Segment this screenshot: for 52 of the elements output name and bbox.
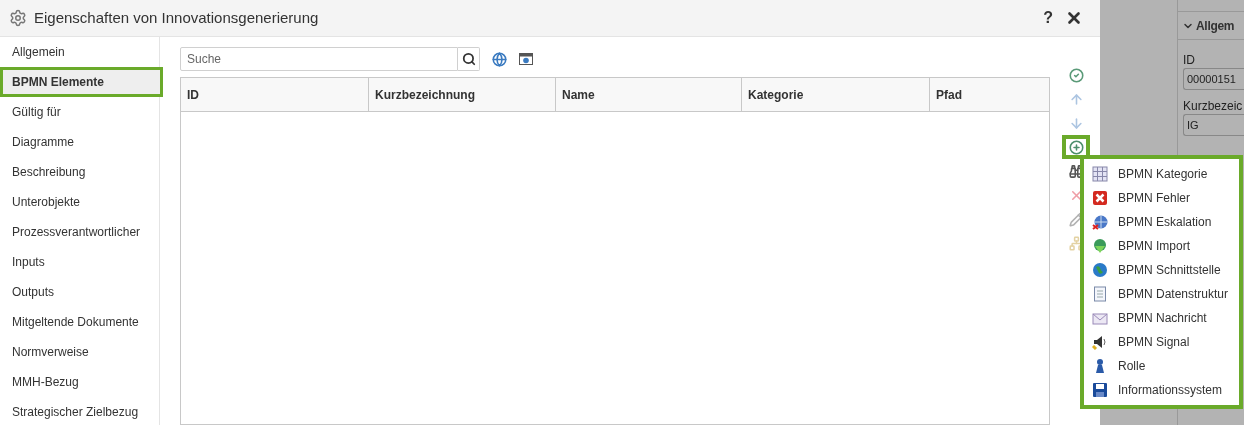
column-header[interactable]: ID [181,78,369,111]
arrow-down-icon [1092,238,1108,254]
gears-icon [9,9,27,27]
sidebar-item[interactable]: Gültig für [0,97,159,127]
sidebar-item[interactable]: Prozessverantwortlicher [0,217,159,247]
document-icon [1092,286,1108,302]
menu-item[interactable]: BPMN Eskalation [1084,210,1239,234]
globe-icon [1092,262,1108,278]
field-label: Kurzbezeic [1183,98,1244,114]
sidebar-item[interactable]: MMH-Bezug [0,367,159,397]
help-button[interactable]: ? [1043,6,1053,30]
grid-icon [1092,166,1108,182]
section-title[interactable]: Allgem [1196,16,1235,35]
plus-icon[interactable] [1068,139,1084,155]
field-label: ID [1183,52,1196,68]
search-button[interactable] [458,47,480,71]
menu-item[interactable]: BPMN Signal [1084,330,1239,354]
check-circle-icon[interactable] [1068,67,1084,83]
menu-item[interactable]: Informationssystem [1084,378,1239,402]
text-field[interactable]: IG [1183,114,1244,136]
sidebar-item[interactable]: Inputs [0,247,159,277]
sidebar-item[interactable]: Normverweise [0,337,159,367]
column-header[interactable]: Kurzbezeichnung [369,78,556,111]
search-field[interactable]: Suche [180,47,458,71]
sidebar-item[interactable]: Diagramme [0,127,159,157]
menu-item[interactable]: BPMN Kategorie [1084,162,1239,186]
column-header[interactable]: Name [556,78,742,111]
menu-item[interactable]: BPMN Fehler [1084,186,1239,210]
menu-item[interactable]: BPMN Datenstruktur [1084,282,1239,306]
text-field[interactable]: 00000151 [1183,68,1244,90]
close-icon[interactable] [1065,9,1083,27]
sidebar-item[interactable]: Outputs [0,277,159,307]
menu-item[interactable]: BPMN Import [1084,234,1239,258]
column-header[interactable]: Pfad [930,78,1049,111]
search-icon[interactable] [461,52,476,66]
browser-window-icon[interactable] [519,53,533,65]
menu-item[interactable]: BPMN Nachricht [1084,306,1239,330]
globe-icon[interactable] [492,51,507,67]
error-icon [1092,190,1108,206]
window-title: Eigenschaften von Innovationsgenerierung [34,7,320,28]
menu-item[interactable]: Rolle [1084,354,1239,378]
sidebar-item[interactable]: BPMN Elemente [0,67,163,97]
globe-icon [1092,214,1108,230]
sidebar-item[interactable]: Strategischer Zielbezug [0,397,159,425]
envelope-icon [1092,310,1108,326]
speaker-icon [1092,334,1108,350]
column-header[interactable]: Kategorie [742,78,930,111]
sidebar-item[interactable]: Unterobjekte [0,187,159,217]
sidebar-item[interactable]: Beschreibung [0,157,159,187]
sidebar-item[interactable]: Allgemein [0,37,159,67]
menu-item[interactable]: BPMN Schnittstelle [1084,258,1239,282]
sidebar-item[interactable]: Mitgeltende Dokumente [0,307,159,337]
